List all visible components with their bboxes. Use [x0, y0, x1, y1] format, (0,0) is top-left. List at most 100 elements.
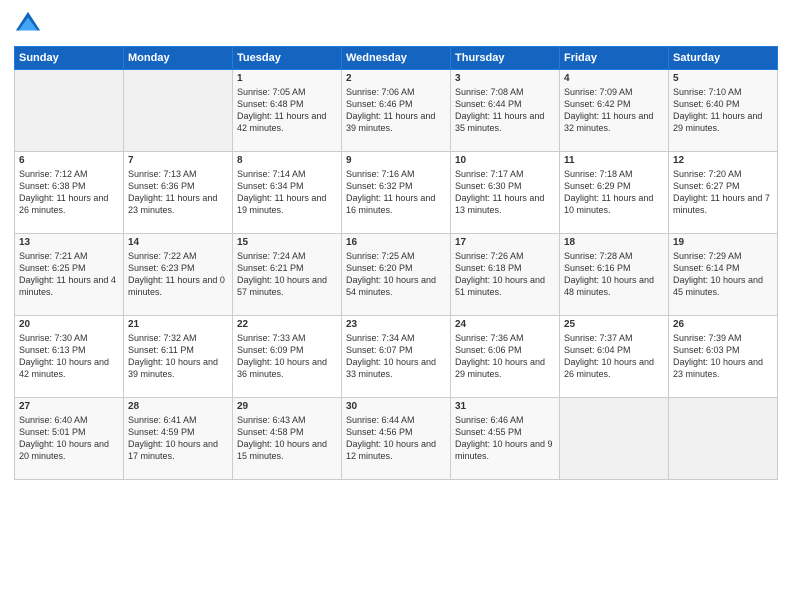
day-number: 30 [346, 401, 446, 412]
cell-content: Sunrise: 7:32 AMSunset: 6:11 PMDaylight:… [128, 332, 228, 381]
calendar-table: SundayMondayTuesdayWednesdayThursdayFrid… [14, 46, 778, 480]
day-number: 8 [237, 155, 337, 166]
day-number: 19 [673, 237, 773, 248]
calendar-cell: 16 Sunrise: 7:25 AMSunset: 6:20 PMDayligh… [342, 234, 451, 316]
weekday-header-row: SundayMondayTuesdayWednesdayThursdayFrid… [15, 47, 778, 70]
cell-content: Sunrise: 6:44 AMSunset: 4:56 PMDaylight:… [346, 414, 446, 463]
calendar-cell: 14Sunrise: 7:22 AMSunset: 6:23 PMDayligh… [124, 234, 233, 316]
calendar-cell: 19 Sunrise: 7:29 AMSunset: 6:14 PMDayligh… [669, 234, 778, 316]
cell-content: Sunrise: 7:09 AMSunset: 6:42 PMDaylight:… [564, 86, 664, 135]
calendar-cell: 9Sunrise: 7:16 AMSunset: 6:32 PMDaylight… [342, 152, 451, 234]
day-number: 13 [19, 237, 119, 248]
day-number: 2 [346, 73, 446, 84]
calendar-cell: 6 Sunrise: 7:12 AMSunset: 6:38 PMDaylight… [15, 152, 124, 234]
cell-content: Sunrise: 7:34 AMSunset: 6:07 PMDaylight:… [346, 332, 446, 381]
cell-content: Sunrise: 7:26 AMSunset: 6:18 PMDaylight:… [455, 250, 555, 299]
calendar-cell: 25Sunrise: 7:37 AMSunset: 6:04 PMDayligh… [560, 316, 669, 398]
calendar-cell [15, 70, 124, 152]
week-row-4: 27 Sunrise: 6:40 AMSunset: 5:01 PMDayligh… [15, 398, 778, 480]
day-number: 27 [19, 401, 119, 412]
day-number: 16 [346, 237, 446, 248]
calendar-cell: 23 Sunrise: 7:34 AMSunset: 6:07 PMDayligh… [342, 316, 451, 398]
calendar-cell: 8 Sunrise: 7:14 AMSunset: 6:34 PMDaylight… [233, 152, 342, 234]
day-number: 17 [455, 237, 555, 248]
cell-content: Sunrise: 6:46 AMSunset: 4:55 PMDaylight:… [455, 414, 555, 463]
cell-content: Sunrise: 7:29 AMSunset: 6:14 PMDaylight:… [673, 250, 773, 299]
calendar-cell: 13Sunrise: 7:21 AMSunset: 6:25 PMDayligh… [15, 234, 124, 316]
weekday-sunday: Sunday [15, 47, 124, 70]
cell-content: Sunrise: 7:06 AMSunset: 6:46 PMDaylight:… [346, 86, 446, 135]
calendar-cell: 18 Sunrise: 7:28 AMSunset: 6:16 PMDayligh… [560, 234, 669, 316]
day-number: 1 [237, 73, 337, 84]
cell-content: Sunrise: 7:13 AMSunset: 6:36 PMDaylight:… [128, 168, 228, 217]
cell-content: Sunrise: 7:25 AMSunset: 6:20 PMDaylight:… [346, 250, 446, 299]
day-number: 5 [673, 73, 773, 84]
week-row-0: 1 Sunrise: 7:05 AMSunset: 6:48 PMDaylight… [15, 70, 778, 152]
day-number: 4 [564, 73, 664, 84]
calendar-cell: 17 Sunrise: 7:26 AMSunset: 6:18 PMDayligh… [451, 234, 560, 316]
calendar-cell: 21 Sunrise: 7:32 AMSunset: 6:11 PMDayligh… [124, 316, 233, 398]
calendar-cell: 22 Sunrise: 7:33 AMSunset: 6:09 PMDayligh… [233, 316, 342, 398]
weekday-thursday: Thursday [451, 47, 560, 70]
cell-content: Sunrise: 7:14 AMSunset: 6:34 PMDaylight:… [237, 168, 337, 217]
calendar-cell: 11Sunrise: 7:18 AMSunset: 6:29 PMDayligh… [560, 152, 669, 234]
day-number: 10 [455, 155, 555, 166]
cell-content: Sunrise: 7:20 AMSunset: 6:27 PMDaylight:… [673, 168, 773, 217]
cell-content: Sunrise: 7:12 AMSunset: 6:38 PMDaylight:… [19, 168, 119, 217]
cell-content: Sunrise: 7:33 AMSunset: 6:09 PMDaylight:… [237, 332, 337, 381]
day-number: 23 [346, 319, 446, 330]
day-number: 24 [455, 319, 555, 330]
day-number: 21 [128, 319, 228, 330]
day-number: 31 [455, 401, 555, 412]
cell-content: Sunrise: 7:39 AMSunset: 6:03 PMDaylight:… [673, 332, 773, 381]
calendar-cell [669, 398, 778, 480]
day-number: 12 [673, 155, 773, 166]
cell-content: Sunrise: 7:18 AMSunset: 6:29 PMDaylight:… [564, 168, 664, 217]
calendar-cell: 24 Sunrise: 7:36 AMSunset: 6:06 PMDayligh… [451, 316, 560, 398]
day-number: 29 [237, 401, 337, 412]
calendar-cell: 3Sunrise: 7:08 AMSunset: 6:44 PMDaylight… [451, 70, 560, 152]
weekday-monday: Monday [124, 47, 233, 70]
calendar-cell: 5Sunrise: 7:10 AMSunset: 6:40 PMDaylight… [669, 70, 778, 152]
day-number: 18 [564, 237, 664, 248]
calendar-cell: 28 Sunrise: 6:41 AMSunset: 4:59 PMDayligh… [124, 398, 233, 480]
calendar-cell: 31 Sunrise: 6:46 AMSunset: 4:55 PMDayligh… [451, 398, 560, 480]
calendar-cell: 2 Sunrise: 7:06 AMSunset: 6:46 PMDaylight… [342, 70, 451, 152]
calendar-cell: 7Sunrise: 7:13 AMSunset: 6:36 PMDaylight… [124, 152, 233, 234]
day-number: 15 [237, 237, 337, 248]
day-number: 9 [346, 155, 446, 166]
cell-content: Sunrise: 6:41 AMSunset: 4:59 PMDaylight:… [128, 414, 228, 463]
cell-content: Sunrise: 7:37 AMSunset: 6:04 PMDaylight:… [564, 332, 664, 381]
calendar-cell: 30 Sunrise: 6:44 AMSunset: 4:56 PMDayligh… [342, 398, 451, 480]
cell-content: Sunrise: 7:22 AMSunset: 6:23 PMDaylight:… [128, 250, 228, 299]
calendar-cell [124, 70, 233, 152]
weekday-tuesday: Tuesday [233, 47, 342, 70]
calendar-cell: 10 Sunrise: 7:17 AMSunset: 6:30 PMDayligh… [451, 152, 560, 234]
calendar-cell: 15 Sunrise: 7:24 AMSunset: 6:21 PMDayligh… [233, 234, 342, 316]
cell-content: Sunrise: 6:43 AMSunset: 4:58 PMDaylight:… [237, 414, 337, 463]
calendar-cell: 26 Sunrise: 7:39 AMSunset: 6:03 PMDayligh… [669, 316, 778, 398]
header [14, 10, 778, 38]
day-number: 3 [455, 73, 555, 84]
logo-icon [14, 10, 42, 38]
weekday-friday: Friday [560, 47, 669, 70]
day-number: 28 [128, 401, 228, 412]
cell-content: Sunrise: 6:40 AMSunset: 5:01 PMDaylight:… [19, 414, 119, 463]
calendar-cell: 1 Sunrise: 7:05 AMSunset: 6:48 PMDaylight… [233, 70, 342, 152]
cell-content: Sunrise: 7:05 AMSunset: 6:48 PMDaylight:… [237, 86, 337, 135]
cell-content: Sunrise: 7:36 AMSunset: 6:06 PMDaylight:… [455, 332, 555, 381]
calendar-cell: 4 Sunrise: 7:09 AMSunset: 6:42 PMDaylight… [560, 70, 669, 152]
day-number: 6 [19, 155, 119, 166]
cell-content: Sunrise: 7:28 AMSunset: 6:16 PMDaylight:… [564, 250, 664, 299]
logo [14, 10, 46, 38]
week-row-3: 20Sunrise: 7:30 AMSunset: 6:13 PMDayligh… [15, 316, 778, 398]
week-row-2: 13Sunrise: 7:21 AMSunset: 6:25 PMDayligh… [15, 234, 778, 316]
cell-content: Sunrise: 7:17 AMSunset: 6:30 PMDaylight:… [455, 168, 555, 217]
weekday-saturday: Saturday [669, 47, 778, 70]
day-number: 26 [673, 319, 773, 330]
calendar-cell: 27 Sunrise: 6:40 AMSunset: 5:01 PMDayligh… [15, 398, 124, 480]
day-number: 22 [237, 319, 337, 330]
week-row-1: 6 Sunrise: 7:12 AMSunset: 6:38 PMDaylight… [15, 152, 778, 234]
cell-content: Sunrise: 7:24 AMSunset: 6:21 PMDaylight:… [237, 250, 337, 299]
calendar-cell: 12 Sunrise: 7:20 AMSunset: 6:27 PMDayligh… [669, 152, 778, 234]
